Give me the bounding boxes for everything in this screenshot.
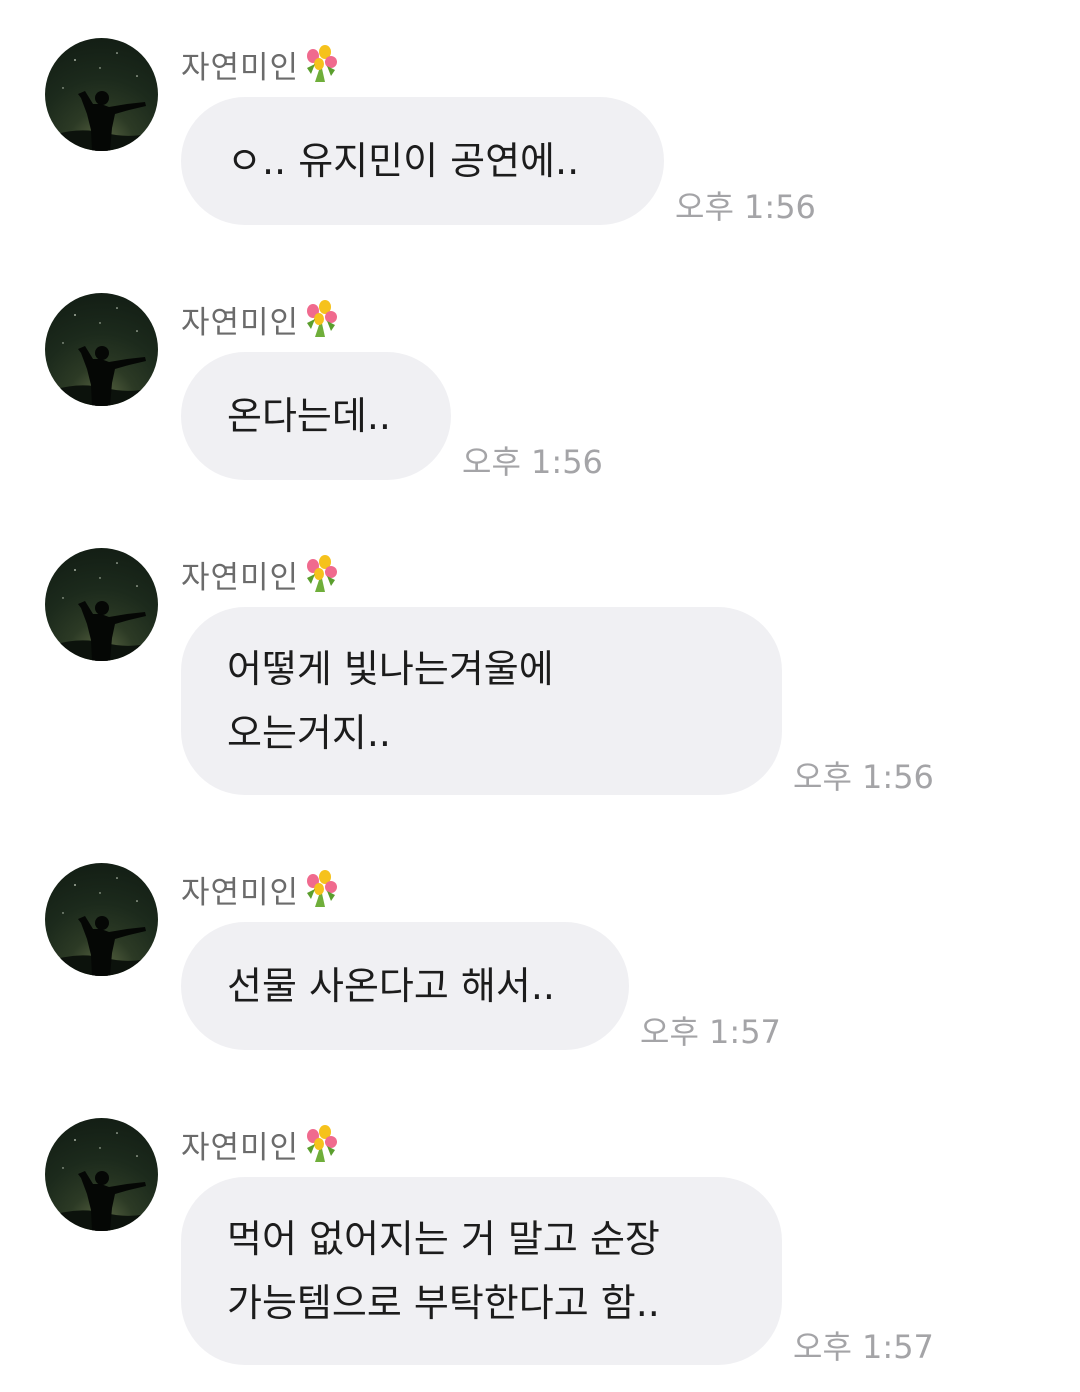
bouquet-icon [301, 42, 341, 86]
message-item: 자연미인 어떻게 빛나는겨울에 오는거지.. 오후 1:56 [0, 548, 1080, 798]
sender-name: 자연미인 [181, 296, 341, 342]
message-text: 어떻게 빛나는겨울에 오는거지.. [227, 647, 554, 755]
message-time: 오후 1:57 [640, 1013, 781, 1051]
message-item: 자연미인 먹어 없어지는 거 말고 순장 가능템으로 부탁한다고 함.. 오후 … [0, 1118, 1080, 1368]
message-item: 자연미인 온다는데.. 오후 1:56 [0, 293, 1080, 483]
bouquet-icon [301, 1122, 341, 1166]
message-time: 오후 1:57 [793, 1328, 934, 1366]
message-bubble[interactable]: 온다는데.. [181, 352, 451, 480]
message-text: 온다는데.. [227, 394, 391, 438]
message-item: 자연미인 ㅇ.. 유지민이 공연에.. 오후 1:56 [0, 38, 1080, 228]
message-text: 선물 사온다고 해서.. [227, 964, 555, 1008]
bouquet-icon [301, 297, 341, 341]
message-text: ㅇ.. 유지민이 공연에.. [227, 139, 580, 183]
sender-name: 자연미인 [181, 866, 341, 912]
message-bubble[interactable]: ㅇ.. 유지민이 공연에.. [181, 97, 664, 225]
sender-name: 자연미인 [181, 41, 341, 87]
message-bubble[interactable]: 선물 사온다고 해서.. [181, 922, 629, 1050]
message-text: 먹어 없어지는 거 말고 순장 가능템으로 부탁한다고 함.. [227, 1217, 660, 1325]
sender-name: 자연미인 [181, 1121, 341, 1167]
message-time: 오후 1:56 [793, 758, 934, 796]
avatar[interactable] [45, 863, 158, 976]
sender-name: 자연미인 [181, 551, 341, 597]
message-bubble[interactable]: 어떻게 빛나는겨울에 오는거지.. [181, 607, 782, 795]
message-time: 오후 1:56 [675, 188, 816, 226]
message-item: 자연미인 선물 사온다고 해서.. 오후 1:57 [0, 863, 1080, 1053]
avatar[interactable] [45, 1118, 158, 1231]
avatar[interactable] [45, 38, 158, 151]
message-time: 오후 1:56 [462, 443, 603, 481]
bouquet-icon [301, 867, 341, 911]
avatar[interactable] [45, 293, 158, 406]
message-bubble[interactable]: 먹어 없어지는 거 말고 순장 가능템으로 부탁한다고 함.. [181, 1177, 782, 1365]
avatar[interactable] [45, 548, 158, 661]
bouquet-icon [301, 552, 341, 596]
